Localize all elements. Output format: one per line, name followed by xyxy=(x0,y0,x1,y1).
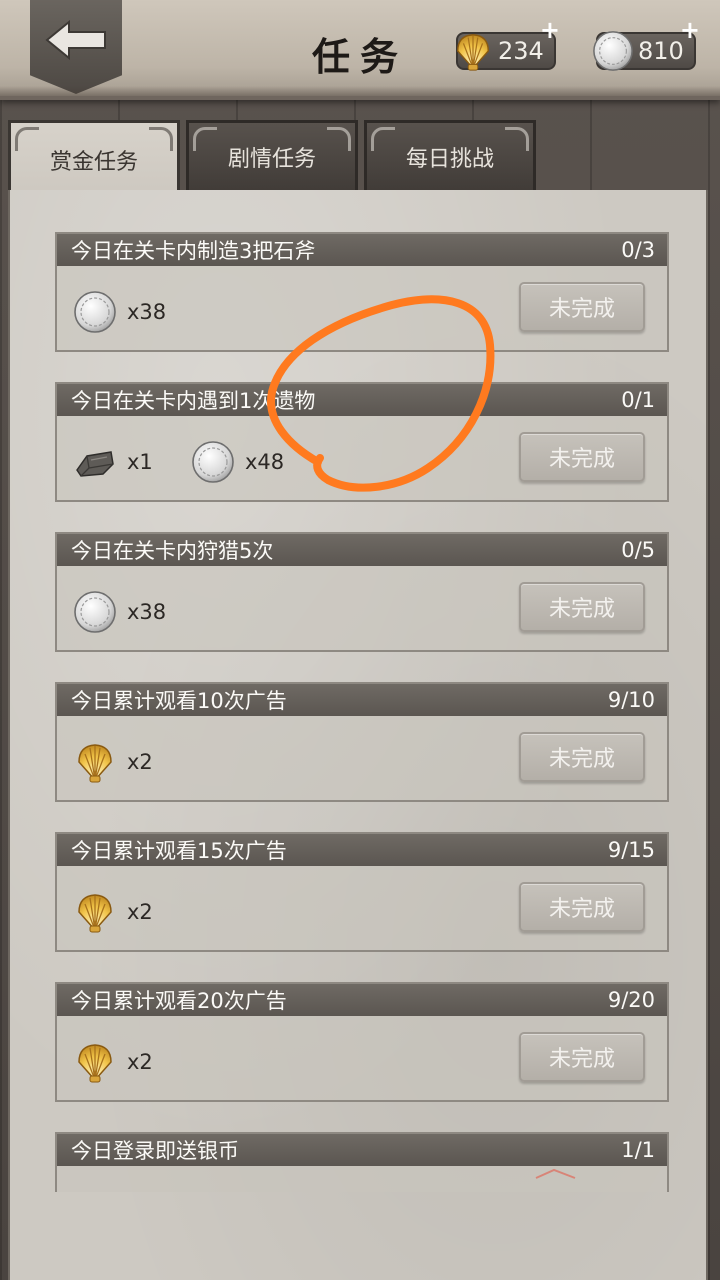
shell-icon xyxy=(73,740,117,784)
tab-corner-ornament xyxy=(15,127,39,151)
page-title: 任务 xyxy=(311,34,408,79)
reward-amount: x2 xyxy=(127,900,153,924)
task-header: 今日累计观看10次广告 9/10 xyxy=(57,684,667,716)
back-button[interactable] xyxy=(30,0,122,94)
reward-amount: x2 xyxy=(127,1050,153,1074)
task-header: 今日登录即送银币 1/1 xyxy=(57,1134,667,1166)
tab-corner-ornament xyxy=(371,127,395,151)
incomplete-status-button[interactable]: 未完成 xyxy=(519,882,645,932)
add-silver-button[interactable]: + xyxy=(680,16,700,44)
tab-corner-ornament xyxy=(149,127,173,151)
task-title: 今日在关卡内制造3把石斧 xyxy=(71,239,316,263)
task-card: 今日在关卡内遇到1次遗物 0/1 x1 x48 未完成 xyxy=(55,382,669,502)
tab-label: 赏金任务 xyxy=(49,149,138,175)
incomplete-status-button[interactable]: 未完成 xyxy=(519,1032,645,1082)
task-header: 今日累计观看20次广告 9/20 xyxy=(57,984,667,1016)
task-header: 今日在关卡内遇到1次遗物 0/1 xyxy=(57,384,667,416)
reward-amount: x2 xyxy=(127,750,153,774)
reward-amount: x38 xyxy=(127,300,167,324)
shell-icon xyxy=(452,30,494,72)
tab-corner-ornament xyxy=(327,127,351,151)
tab-story-tasks[interactable]: 剧情任务 xyxy=(186,120,358,190)
reward-item: x38 xyxy=(73,592,166,632)
task-card: 今日累计观看10次广告 9/10 x2 未完成 xyxy=(55,682,669,802)
tab-corner-ornament xyxy=(505,127,529,151)
reward-amount: x48 xyxy=(245,450,285,474)
reward-item: x2 xyxy=(73,1042,153,1082)
task-card: 今日累计观看20次广告 9/20 x2 未完成 xyxy=(55,982,669,1102)
task-header: 今日在关卡内制造3把石斧 0/3 xyxy=(57,234,667,266)
task-progress: 9/10 xyxy=(607,688,655,712)
shell-icon xyxy=(73,890,117,934)
arrow-left-icon xyxy=(45,20,106,60)
task-progress: 9/20 xyxy=(607,988,655,1012)
incomplete-status-button[interactable]: 未完成 xyxy=(519,432,645,482)
reward-amount: x1 xyxy=(127,450,153,474)
reward-item: x2 xyxy=(73,742,153,782)
reward-amount: x38 xyxy=(127,600,167,624)
task-title: 今日登录即送银币 xyxy=(71,1139,239,1163)
add-shell-button[interactable]: + xyxy=(540,16,560,44)
silver-coin-icon xyxy=(191,440,235,484)
incomplete-status-button[interactable]: 未完成 xyxy=(519,732,645,782)
reward-item: x38 xyxy=(73,292,166,332)
silver-currency-counter[interactable]: 810 + xyxy=(596,16,700,70)
tab-corner-ornament xyxy=(193,127,217,151)
top-bar: 任务 234 + 810 + xyxy=(0,0,720,100)
task-card: 今日登录即送银币 1/1 xyxy=(55,1132,669,1192)
incomplete-status-button[interactable]: 未完成 xyxy=(519,582,645,632)
task-progress: 9/15 xyxy=(607,838,655,862)
task-card: 今日在关卡内狩猎5次 0/5 x38 未完成 xyxy=(55,532,669,652)
task-progress: 0/5 xyxy=(621,538,655,562)
tab-label: 每日挑战 xyxy=(405,146,494,172)
task-title: 今日在关卡内狩猎5次 xyxy=(71,539,274,563)
task-progress: 1/1 xyxy=(621,1138,655,1162)
task-title: 今日在关卡内遇到1次遗物 xyxy=(71,389,316,413)
incomplete-status-button[interactable]: 未完成 xyxy=(519,282,645,332)
stone-material-icon xyxy=(73,440,117,484)
tab-daily-challenge[interactable]: 每日挑战 xyxy=(364,120,536,190)
task-header: 今日累计观看15次广告 9/15 xyxy=(57,834,667,866)
reward-item: x1 xyxy=(73,442,153,482)
silver-count: 810 xyxy=(638,37,684,65)
task-header: 今日在关卡内狩猎5次 0/5 xyxy=(57,534,667,566)
silver-coin-icon xyxy=(73,590,117,634)
silver-coin-icon xyxy=(73,290,117,334)
tab-label: 剧情任务 xyxy=(227,146,316,172)
tab-bounty-tasks[interactable]: 赏金任务 xyxy=(8,120,180,196)
task-title: 今日累计观看15次广告 xyxy=(71,839,287,863)
shell-icon xyxy=(73,1040,117,1084)
task-card: 今日累计观看15次广告 9/15 x2 未完成 xyxy=(55,832,669,952)
silver-coin-icon xyxy=(592,30,634,72)
task-progress: 0/1 xyxy=(621,388,655,412)
task-title: 今日累计观看10次广告 xyxy=(71,689,287,713)
shell-currency-counter[interactable]: 234 + xyxy=(456,16,560,70)
task-title: 今日累计观看20次广告 xyxy=(71,989,287,1013)
task-progress: 0/3 xyxy=(621,238,655,262)
task-card: 今日在关卡内制造3把石斧 0/3 x38 未完成 xyxy=(55,232,669,352)
shell-count: 234 xyxy=(498,37,544,65)
reward-item: x2 xyxy=(73,892,153,932)
reward-item: x48 xyxy=(191,442,284,482)
